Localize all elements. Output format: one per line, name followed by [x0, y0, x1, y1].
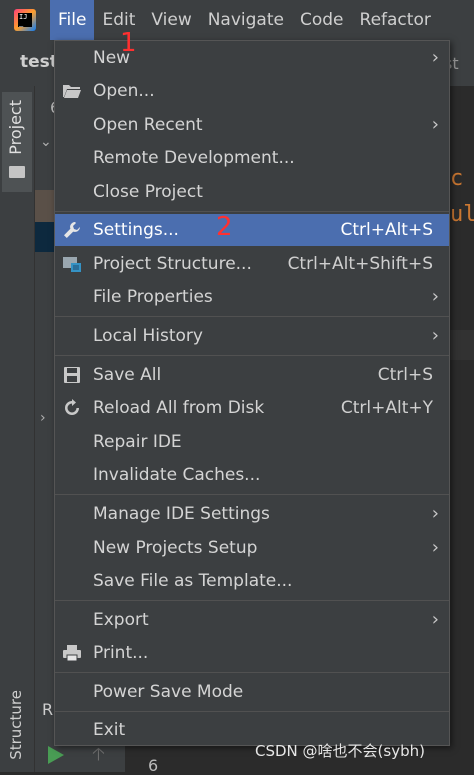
annotation-number-1: 1 — [120, 28, 137, 58]
menu-item-print[interactable]: Print... — [55, 637, 449, 669]
chevron-right-icon: › — [431, 503, 439, 524]
intellij-logo-icon: IJ — — [14, 9, 36, 31]
menu-separator — [55, 711, 449, 712]
tree-bottom-letter: R — [42, 700, 54, 719]
save-icon — [61, 365, 83, 385]
chevron-right-icon: › — [431, 609, 439, 630]
print-icon — [61, 643, 83, 663]
menu-item-settings[interactable]: Settings... Ctrl+Alt+S — [55, 214, 449, 246]
menu-separator — [55, 355, 449, 356]
menu-item-new[interactable]: New › — [55, 42, 449, 74]
menu-item-file-properties[interactable]: File Properties › — [55, 281, 449, 313]
chevron-down-icon[interactable]: ⌄ — [40, 134, 52, 150]
menu-separator — [55, 211, 449, 212]
annotation-number-2: 2 — [216, 212, 233, 242]
project-tool-label[interactable]: Project — [6, 100, 25, 155]
menu-item-project-structure[interactable]: Project Structure... Ctrl+Alt+Shift+S — [55, 248, 449, 280]
menu-item-power-save-mode[interactable]: Power Save Mode — [55, 676, 449, 708]
chevron-right-icon: › — [431, 325, 439, 346]
main-menu-bar: IJ — File Edit View Navigate Code Refacto… — [0, 0, 474, 40]
menu-item-remote-development[interactable]: Remote Development... — [55, 142, 449, 174]
menu-item-export[interactable]: Export › — [55, 604, 449, 636]
project-structure-icon — [61, 254, 83, 274]
menu-item-open-recent[interactable]: Open Recent › — [55, 109, 449, 141]
chevron-right-icon: › — [431, 47, 439, 68]
chevron-right-icon: › — [431, 537, 439, 558]
folder-icon — [9, 166, 25, 178]
menu-item-invalidate-caches[interactable]: Invalidate Caches... — [55, 459, 449, 491]
menu-item-repair-ide[interactable]: Repair IDE — [55, 426, 449, 458]
arrow-up-icon[interactable]: 🡡 — [92, 742, 105, 772]
chevron-right-icon: › — [431, 114, 439, 135]
code-fragment: ul — [450, 202, 474, 227]
editor-current-line — [450, 330, 474, 360]
chevron-right-icon: › — [431, 286, 439, 307]
run-icon[interactable] — [48, 746, 64, 764]
menu-code[interactable]: Code — [292, 0, 352, 40]
menu-item-save-all[interactable]: Save All Ctrl+S — [55, 359, 449, 391]
file-menu-dropdown: New › Open... Open Recent › Remote Devel… — [54, 40, 450, 746]
menu-item-reload-all[interactable]: Reload All from Disk Ctrl+Alt+Y — [55, 392, 449, 424]
line-number: 6 — [148, 756, 159, 775]
menu-refactor[interactable]: Refactor — [352, 0, 439, 40]
menu-separator — [55, 494, 449, 495]
code-fragment: c — [450, 166, 464, 191]
menu-separator — [55, 316, 449, 317]
menu-item-new-projects-setup[interactable]: New Projects Setup › — [55, 532, 449, 564]
tree-row-selected[interactable] — [35, 222, 55, 252]
menu-navigate[interactable]: Navigate — [200, 0, 292, 40]
project-name[interactable]: test — [20, 52, 58, 72]
chevron-right-icon[interactable]: › — [40, 410, 46, 426]
menu-separator — [55, 672, 449, 673]
menu-item-local-history[interactable]: Local History › — [55, 320, 449, 352]
folder-open-icon — [61, 81, 83, 101]
menu-separator — [55, 600, 449, 601]
menu-file[interactable]: File — [50, 0, 95, 40]
reload-icon — [61, 398, 83, 418]
menu-view[interactable]: View — [143, 0, 199, 40]
menu-item-save-file-as-template[interactable]: Save File as Template... — [55, 565, 449, 597]
menu-item-open[interactable]: Open... — [55, 75, 449, 107]
structure-tool-label[interactable]: Structure — [7, 690, 25, 760]
watermark: CSDN @啥也不会(sybh) — [255, 742, 425, 760]
menu-item-close-project[interactable]: Close Project — [55, 176, 449, 208]
tree-row[interactable] — [35, 190, 55, 222]
wrench-icon — [61, 220, 83, 240]
menu-item-manage-ide-settings[interactable]: Manage IDE Settings › — [55, 498, 449, 530]
